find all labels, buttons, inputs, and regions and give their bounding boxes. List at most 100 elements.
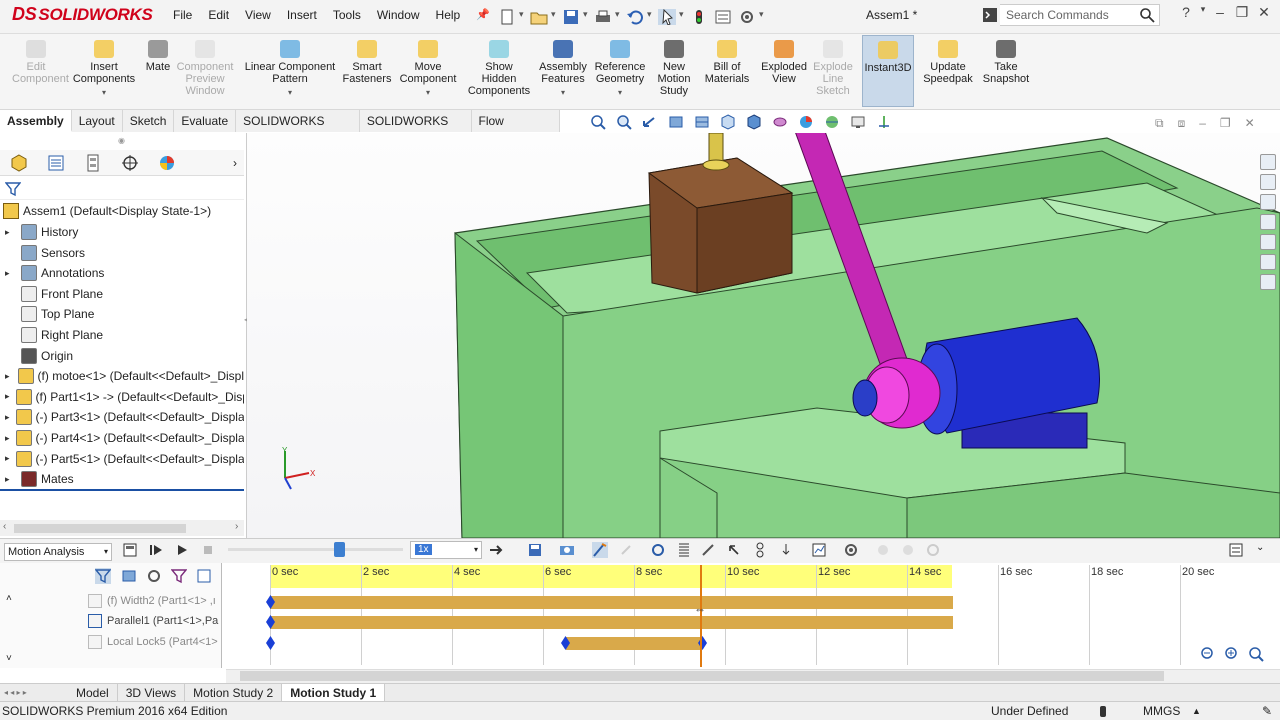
menu-help[interactable]: Help [428, 0, 469, 30]
menu-file[interactable]: File [165, 0, 200, 30]
play-from-start-icon[interactable] [148, 542, 164, 558]
damper-icon[interactable] [700, 542, 716, 558]
graphics-area[interactable]: Y X [247, 133, 1280, 538]
custom-properties-icon[interactable] [1260, 254, 1276, 270]
view-orientation-icon[interactable] [720, 114, 736, 130]
collapse-icon[interactable] [875, 542, 891, 558]
ribbon-show-hidden-components-button[interactable]: Show Hidden Components [464, 40, 534, 97]
tab-nav-arrows[interactable]: ◂ ◂ ▸ ▸ [0, 688, 68, 697]
scroll-right-arrow[interactable]: › [235, 521, 238, 532]
viewport-cascade-icon[interactable]: ⧈ [1178, 116, 1186, 131]
search-commands-field[interactable]: Search Commands [1000, 4, 1160, 26]
timeline-change-bar[interactable] [270, 596, 953, 609]
dimxpert-manager-tab[interactable] [111, 151, 148, 175]
dynamic-annotation-icon[interactable] [694, 114, 710, 130]
ribbon-linear-component-pattern-button[interactable]: Linear Component Pattern ▾ [240, 40, 340, 99]
menu-window[interactable]: Window [369, 0, 428, 30]
open-folder-icon[interactable] [530, 9, 548, 25]
force-icon[interactable] [726, 542, 742, 558]
hide-show-items-icon[interactable] [772, 114, 788, 130]
chevron-down-icon[interactable]: ▾ [72, 87, 136, 99]
tree-item-top-plane[interactable]: Top Plane [0, 304, 244, 324]
expand-arrow-icon[interactable]: ▸ [5, 391, 10, 402]
panel-splitter-handle[interactable]: ◉ [118, 136, 125, 145]
chevron-down-icon[interactable]: ⌄ [1256, 542, 1264, 553]
chevron-down-icon[interactable]: ▾ [519, 9, 527, 20]
tab-sketch[interactable]: Sketch [123, 110, 175, 132]
display-style-icon[interactable] [746, 114, 762, 130]
rebuild-icon[interactable] [690, 9, 708, 25]
expand-arrow-icon[interactable]: ▸ [5, 268, 15, 279]
tab-layout[interactable]: Layout [72, 110, 123, 132]
previous-view-icon[interactable] [642, 114, 658, 130]
select-cursor-icon[interactable] [658, 9, 676, 25]
home-icon[interactable] [1260, 154, 1276, 170]
feature-manager-tab[interactable] [0, 151, 37, 175]
bottom-tab-motion-study-2[interactable]: Motion Study 2 [185, 683, 283, 702]
chevron-down-icon[interactable]: ▾ [590, 87, 650, 99]
tree-item-part3-1-default-default-displa[interactable]: ▸ (-) Part3<1> (Default<<Default>_Display [0, 407, 244, 427]
keyframe-diamond[interactable] [265, 595, 275, 609]
zoom-in-icon[interactable] [1224, 646, 1240, 662]
ribbon-assembly-features-button[interactable]: Assembly Features ▾ [537, 40, 589, 99]
menu-view[interactable]: View [237, 0, 279, 30]
timeline-row-label[interactable]: (f) Width2 (Part1<1> ,ı [107, 595, 220, 607]
ribbon-move-component-button[interactable]: Move Component ▾ [398, 40, 458, 99]
tree-item-mates[interactable]: ▸ Mates [0, 469, 244, 489]
expand-arrow-icon[interactable]: ▸ [5, 474, 15, 485]
minimize-button[interactable]: – [1209, 4, 1231, 21]
filter-animated-icon[interactable] [95, 568, 111, 584]
expand-arrow-icon[interactable]: ▸ [5, 371, 12, 382]
expand-icon[interactable] [900, 542, 916, 558]
tree-item-right-plane[interactable]: Right Plane [0, 325, 244, 345]
new-document-icon[interactable] [498, 9, 516, 25]
print-icon[interactable] [594, 9, 612, 25]
timeline-change-bar[interactable] [270, 616, 953, 629]
playback-slider-thumb[interactable] [334, 542, 345, 557]
ribbon-instant3d-button[interactable]: Instant3D [862, 35, 914, 107]
keyframe-diamond[interactable] [265, 636, 275, 650]
expand-arrow-icon[interactable]: ▸ [5, 453, 10, 464]
apply-scene-icon[interactable] [824, 114, 840, 130]
tree-item-origin[interactable]: Origin [0, 346, 244, 366]
tab-solidworks-mbd[interactable]: SOLIDWORKS MBD [360, 110, 472, 150]
results-and-plots-icon[interactable] [811, 542, 827, 558]
tree-item-history[interactable]: ▸ History [0, 222, 244, 242]
bottom-tab-3d-views[interactable]: 3D Views [118, 683, 186, 702]
tree-item-annotations[interactable]: ▸ Annotations [0, 263, 244, 283]
gravity-icon[interactable] [778, 542, 794, 558]
display-manager-tab[interactable] [148, 151, 185, 175]
options-gear-icon[interactable] [738, 9, 756, 25]
motion-manager-menu-icon[interactable] [1228, 542, 1244, 558]
ribbon-edit-component-button[interactable]: Edit Component [12, 40, 69, 85]
time-bar-playhead[interactable] [699, 565, 702, 667]
ribbon-reference-geometry-button[interactable]: Reference Geometry ▾ [590, 40, 650, 99]
filter-icon[interactable] [5, 181, 21, 197]
ribbon-smart-fasteners-button[interactable]: Smart Fasteners [340, 40, 394, 85]
menu-edit[interactable]: Edit [200, 0, 237, 30]
file-explorer-icon[interactable] [1260, 194, 1276, 210]
zoom-to-area-icon[interactable] [616, 114, 632, 130]
chevron-down-icon[interactable]: ▾ [647, 9, 655, 20]
tab-evaluate[interactable]: Evaluate [174, 110, 237, 132]
chevron-up-icon[interactable]: ▲ [1192, 702, 1201, 720]
property-manager-tab[interactable] [37, 151, 74, 175]
keyframe-diamond[interactable] [265, 615, 275, 629]
tab-assembly[interactable]: Assembly [0, 110, 72, 132]
edit-appearance-icon[interactable] [798, 114, 814, 130]
contact-icon[interactable] [752, 542, 768, 558]
viewport-close-button[interactable]: ✕ [1245, 116, 1255, 131]
appearances-icon[interactable] [1260, 234, 1276, 250]
motion-study-properties-icon[interactable] [843, 542, 859, 558]
calculate-icon[interactable] [122, 542, 138, 558]
zoom-fit-icon[interactable] [1248, 646, 1264, 662]
viewport-minimize-button[interactable]: – [1199, 116, 1206, 131]
ribbon-explode-line-sketch-button[interactable]: Explode Line Sketch [810, 40, 856, 97]
add-key-icon[interactable] [618, 542, 634, 558]
viewport-restore-button[interactable]: ❐ [1220, 116, 1231, 131]
chevron-down-icon[interactable]: ▾ [240, 87, 340, 99]
view-palette-icon[interactable] [1260, 214, 1276, 230]
forum-icon[interactable] [1260, 274, 1276, 290]
tree-item-part4-1-default-default-displa[interactable]: ▸ (-) Part4<1> (Default<<Default>_Display [0, 428, 244, 448]
bottom-tab-motion-study-1[interactable]: Motion Study 1 [282, 683, 386, 702]
